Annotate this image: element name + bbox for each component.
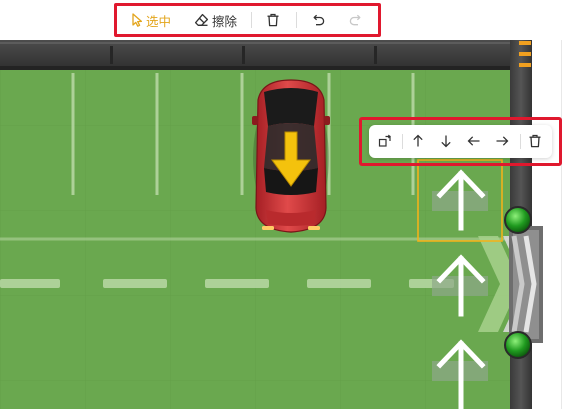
move-right-button[interactable] (491, 131, 513, 153)
redo-button[interactable] (349, 7, 363, 33)
parking-canvas[interactable] (0, 40, 585, 409)
arrow-left-icon (467, 133, 481, 152)
arrow-up-icon (411, 133, 425, 152)
undo-icon (311, 13, 325, 27)
top-wall (0, 40, 510, 70)
toolbar-separator (251, 12, 252, 28)
rotate-icon (378, 133, 392, 152)
trash-icon (266, 13, 280, 27)
eraser-icon (194, 13, 209, 27)
rotate-button[interactable] (374, 131, 396, 153)
erase-button[interactable]: 擦除 (194, 7, 237, 33)
arrow-right-icon (495, 133, 509, 152)
move-down-button[interactable] (435, 131, 457, 153)
element-toolbar (369, 125, 552, 158)
select-button[interactable]: 选中 (131, 7, 171, 33)
delete-button[interactable] (266, 7, 280, 33)
select-label: 选中 (146, 13, 172, 29)
top-toolbar: 选中 擦除 (0, 0, 585, 40)
redo-icon (349, 13, 363, 27)
gate-light-top (504, 206, 532, 234)
trash-icon (528, 133, 542, 152)
toolbar-separator (296, 12, 297, 28)
delete-element-button[interactable] (524, 131, 546, 153)
parking-scene-svg (0, 40, 543, 409)
undo-button[interactable] (311, 7, 325, 33)
arrow-down-icon (439, 133, 453, 152)
element-toolbar-separator (402, 134, 403, 149)
gate-light-bottom (504, 331, 532, 359)
move-left-button[interactable] (463, 131, 485, 153)
move-up-button[interactable] (407, 131, 429, 153)
pointer-icon (131, 13, 143, 27)
element-toolbar-separator (520, 134, 521, 149)
sidebar-divider (561, 40, 562, 409)
erase-label: 擦除 (212, 13, 238, 29)
